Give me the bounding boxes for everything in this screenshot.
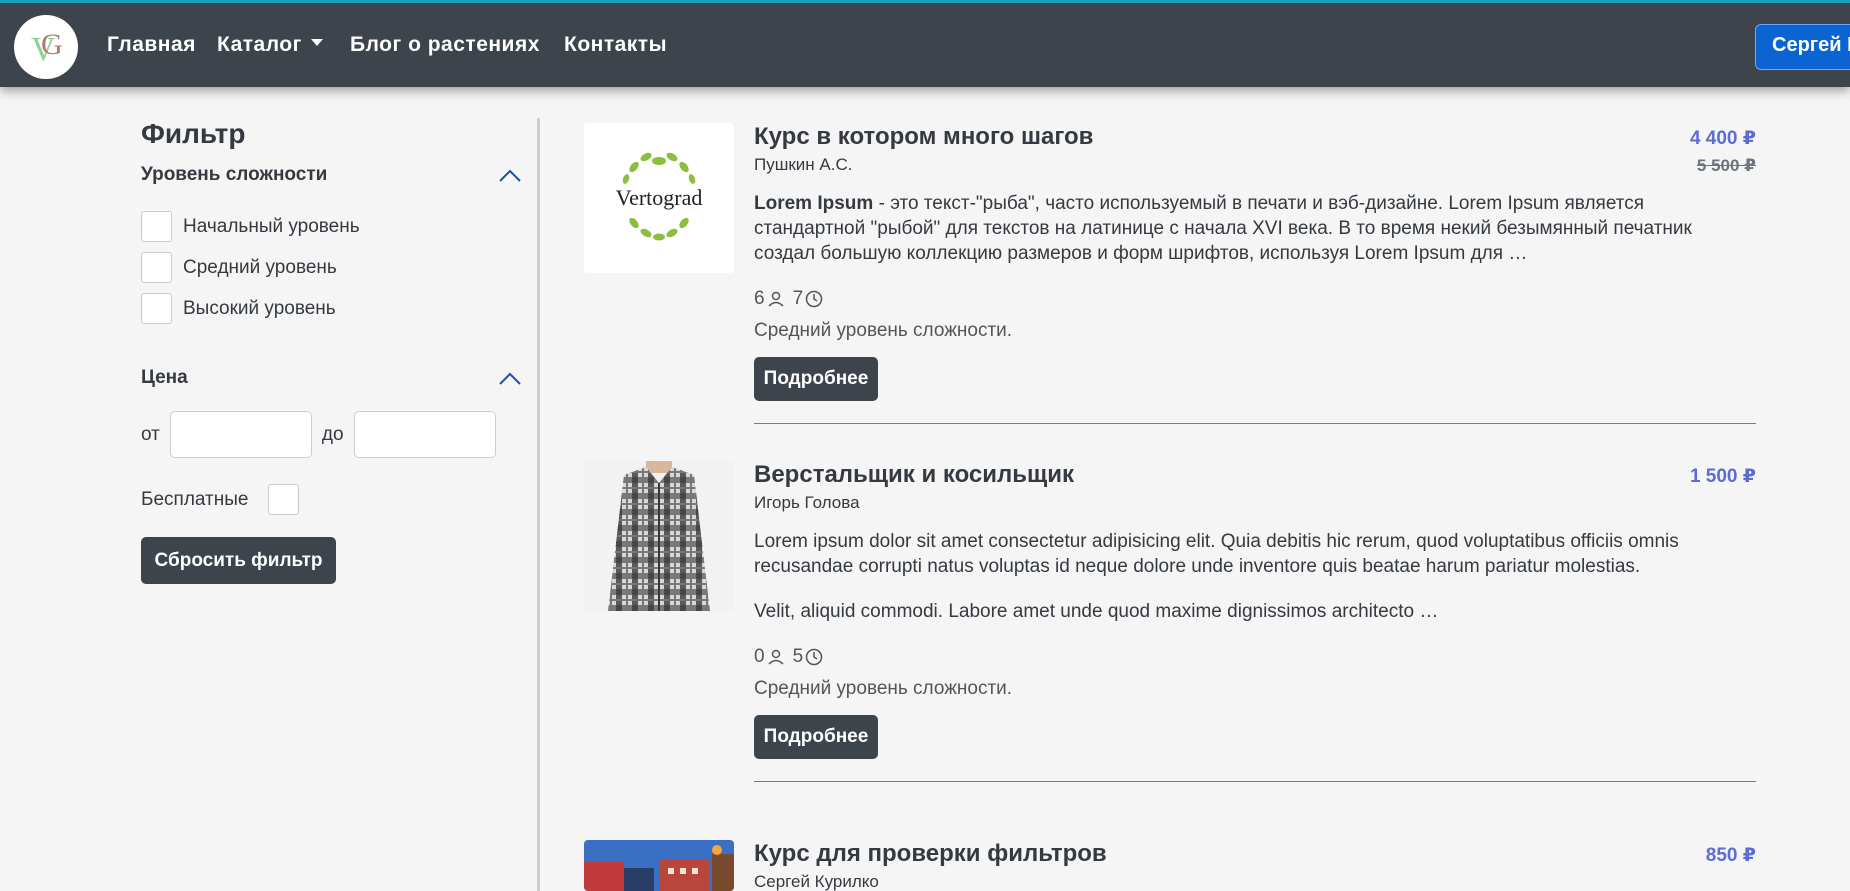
vertograd-logo-image: Vertograd bbox=[584, 123, 734, 273]
nav-blog[interactable]: Блог о растениях bbox=[350, 33, 540, 57]
course-title[interactable]: Верстальщик и косильщик bbox=[754, 461, 1756, 489]
price-from-label: от bbox=[141, 423, 160, 445]
course-price: 4 400 ₽ 5 500 ₽ bbox=[1690, 127, 1756, 176]
course-thumbnail[interactable]: Vertograd bbox=[584, 123, 734, 273]
user-menu-button[interactable]: Сергей К bbox=[1755, 24, 1850, 70]
course-level: Средний уровень сложности. bbox=[754, 320, 1013, 341]
difficulty-option-beginner[interactable]: Начальный уровень bbox=[141, 206, 521, 247]
difficulty-label: Уровень сложности bbox=[141, 164, 328, 185]
course-separator bbox=[754, 423, 1756, 424]
desc-text: - это текст-"рыба", часто используемый в… bbox=[754, 193, 1692, 264]
price-from-input[interactable] bbox=[169, 411, 312, 458]
course-author: Сергей Курилко bbox=[754, 872, 879, 891]
students-count: 0 bbox=[754, 646, 765, 667]
course-description-2: Velit, aliquid commodi. Labore amet unde… bbox=[754, 601, 1439, 622]
checkbox[interactable] bbox=[141, 293, 172, 324]
course-title[interactable]: Курс в котором много шагов bbox=[754, 123, 1756, 151]
course-body: Курс в котором много шагов Пушкин А.С. 4… bbox=[754, 123, 1756, 424]
street-image bbox=[584, 840, 734, 891]
person-icon bbox=[768, 649, 784, 665]
difficulty-option-medium[interactable]: Средний уровень bbox=[141, 247, 521, 288]
course-description: Lorem Ipsum - это текст-"рыба", часто ис… bbox=[754, 191, 1754, 266]
reset-filter-button[interactable]: Сбросить фильтр bbox=[141, 537, 336, 584]
free-checkbox[interactable] bbox=[268, 484, 300, 515]
course-description: Lorem ipsum dolor sit amet consectetur a… bbox=[754, 531, 1679, 577]
nav-catalog[interactable]: Каталог bbox=[217, 33, 323, 57]
chevron-up-icon bbox=[499, 169, 521, 182]
course-price: 850 ₽ bbox=[1706, 844, 1756, 867]
chevron-down-icon bbox=[310, 38, 323, 46]
students-count: 6 bbox=[754, 288, 765, 309]
checkbox[interactable] bbox=[141, 252, 172, 283]
price-range: от до bbox=[141, 411, 521, 458]
chevron-up-icon bbox=[499, 372, 521, 385]
filter-title: Фильтр bbox=[141, 118, 246, 149]
option-label: Средний уровень bbox=[183, 256, 337, 278]
clock-icon bbox=[805, 290, 823, 308]
course-body: Верстальщик и косильщик Игорь Голова 1 5… bbox=[754, 461, 1756, 782]
nav-contacts[interactable]: Контакты bbox=[564, 33, 667, 57]
free-filter[interactable]: Бесплатные bbox=[141, 484, 521, 515]
difficulty-section-toggle[interactable]: Уровень сложности bbox=[141, 164, 521, 186]
hours-count: 7 bbox=[792, 288, 804, 309]
price-to-input[interactable] bbox=[353, 411, 496, 458]
course-thumbnail[interactable] bbox=[584, 840, 734, 891]
course-meta: 6 7 bbox=[754, 288, 1756, 310]
course-separator bbox=[754, 781, 1756, 782]
site-logo[interactable]: V G bbox=[14, 15, 78, 79]
free-label: Бесплатные bbox=[141, 488, 249, 510]
price-old: 5 500 ₽ bbox=[1696, 156, 1756, 175]
course-price: 1 500 ₽ bbox=[1690, 465, 1756, 488]
details-button[interactable]: Подробнее bbox=[754, 357, 878, 401]
clock-icon bbox=[805, 648, 823, 666]
price-section-toggle[interactable]: Цена bbox=[141, 367, 521, 389]
course-thumbnail[interactable] bbox=[584, 461, 734, 611]
difficulty-option-high[interactable]: Высокий уровень bbox=[141, 288, 521, 329]
thumb-logo-text: Vertograd bbox=[616, 185, 703, 210]
details-button[interactable]: Подробнее bbox=[754, 715, 878, 759]
price-to-label: до bbox=[321, 423, 344, 445]
sidebar-divider bbox=[537, 118, 540, 891]
vg-logo-icon: V G bbox=[31, 28, 63, 68]
price-current: 1 500 ₽ bbox=[1689, 466, 1756, 487]
option-label: Высокий уровень bbox=[183, 297, 336, 319]
course-title[interactable]: Курс для проверки фильтров bbox=[754, 840, 1756, 868]
nav-home[interactable]: Главная bbox=[107, 33, 196, 57]
checkbox[interactable] bbox=[141, 211, 172, 242]
price-current: 850 ₽ bbox=[1705, 845, 1756, 866]
top-navbar: V G Главная Каталог Блог о растениях Кон… bbox=[0, 0, 1850, 87]
course-author: Игорь Голова bbox=[754, 493, 860, 512]
person-icon bbox=[768, 291, 784, 307]
course-body: Курс для проверки фильтров Сергей Курилк… bbox=[754, 840, 1756, 891]
course-author: Пушкин А.С. bbox=[754, 155, 853, 174]
course-meta: 0 5 bbox=[754, 646, 1756, 668]
option-label: Начальный уровень bbox=[183, 215, 360, 237]
price-current: 4 400 ₽ bbox=[1689, 128, 1756, 149]
desc-bold: Lorem Ipsum bbox=[754, 193, 874, 214]
shirt-image bbox=[584, 461, 734, 611]
hours-count: 5 bbox=[792, 646, 804, 667]
svg-text:G: G bbox=[41, 28, 63, 61]
course-level: Средний уровень сложности. bbox=[754, 678, 1013, 699]
filter-sidebar: Фильтр Уровень сложности Начальный урове… bbox=[141, 118, 521, 584]
nav-catalog-label: Каталог bbox=[217, 33, 302, 56]
price-label: Цена bbox=[141, 367, 188, 388]
